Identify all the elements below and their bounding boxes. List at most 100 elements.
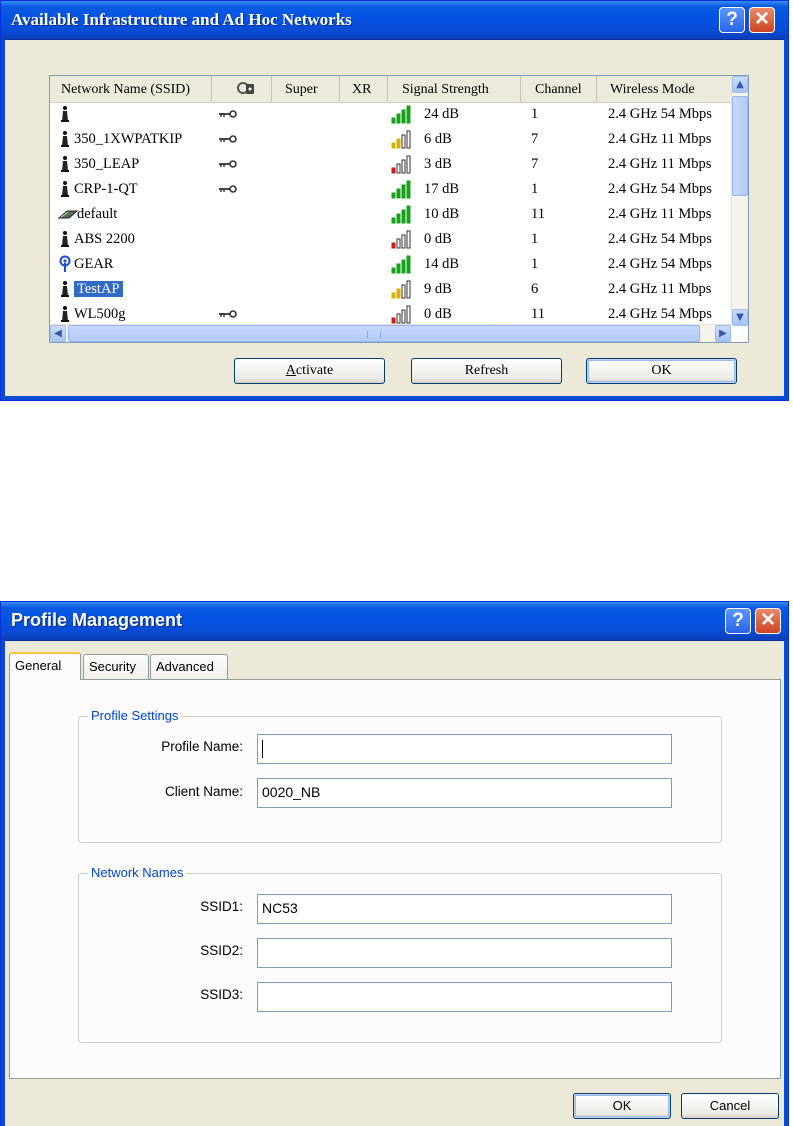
- tab-advanced[interactable]: Advanced: [150, 654, 228, 679]
- profile-management-dialog: Profile Management ? × General Security …: [0, 601, 789, 1126]
- window-frame-right: [784, 640, 788, 1126]
- channel-cell: 1: [531, 106, 539, 122]
- signal-cell: 10 dB: [424, 206, 460, 222]
- help-button[interactable]: ?: [719, 7, 745, 33]
- ssid-cell: ABS 2200: [74, 231, 135, 247]
- network-row[interactable]: TestAP 9 dB 6 2.4 GHz 11 Mbps: [50, 277, 732, 301]
- ssid-cell: 350_1XWPATKIP: [74, 131, 183, 147]
- ok-button[interactable]: OK: [573, 1093, 671, 1119]
- network-row[interactable]: WL500g 0 dB 11 2.4 GHz 54 Mbps: [50, 302, 732, 324]
- signal-cell: 0 dB: [424, 231, 452, 247]
- signal-cell: 0 dB: [424, 306, 452, 322]
- client-name-field[interactable]: 0020_NB: [257, 778, 672, 808]
- ssid-cell: CRP-1-QT: [74, 181, 138, 197]
- help-button[interactable]: ?: [725, 608, 751, 634]
- channel-cell: 11: [531, 206, 545, 222]
- network-row[interactable]: ABS 2200 0 dB 1 2.4 GHz 54 Mbps: [50, 227, 732, 251]
- channel-cell: 6: [531, 281, 539, 297]
- column-wireless-mode[interactable]: Wireless Mode: [597, 76, 732, 102]
- window-frame-bottom: [1, 396, 788, 400]
- signal-bars-icon: [391, 155, 411, 174]
- signal-bars-icon: [391, 230, 411, 249]
- network-list[interactable]: Network Name (SSID) Super XR Signal Stre…: [49, 75, 749, 343]
- key-icon: [219, 160, 237, 168]
- activate-label: ctivate: [295, 363, 334, 378]
- wireless-mode-cell: 2.4 GHz 11 Mbps: [608, 206, 712, 222]
- scroll-grip: [367, 331, 381, 338]
- network-row[interactable]: default 10 dB 11 2.4 GHz 11 Mbps: [50, 202, 732, 226]
- channel-cell: 7: [531, 156, 539, 172]
- ssid-cell: WL500g: [74, 306, 126, 322]
- available-networks-dialog: Available Infrastructure and Ad Hoc Netw…: [0, 0, 789, 401]
- network-row[interactable]: GEAR 14 dB 1 2.4 GHz 54 Mbps: [50, 252, 732, 276]
- signal-cell: 6 dB: [424, 131, 452, 147]
- wireless-mode-cell: 2.4 GHz 54 Mbps: [608, 256, 712, 272]
- antenna-icon: [59, 255, 71, 272]
- list-header: Network Name (SSID) Super XR Signal Stre…: [50, 76, 732, 103]
- ok-button[interactable]: OK: [586, 358, 737, 384]
- column-channel[interactable]: Channel: [521, 76, 597, 102]
- title-bar[interactable]: Profile Management ? ×: [1, 602, 788, 641]
- wireless-mode-cell: 2.4 GHz 54 Mbps: [608, 181, 712, 197]
- signal-bars-icon: [391, 305, 411, 324]
- scroll-down-button[interactable]: ▼: [732, 309, 748, 326]
- channel-cell: 7: [531, 131, 539, 147]
- column-network-name[interactable]: Network Name (SSID): [50, 76, 212, 102]
- dialog-title: Available Infrastructure and Ad Hoc Netw…: [11, 10, 352, 29]
- tab-general[interactable]: General: [9, 652, 81, 680]
- key-lock-icon: [237, 82, 254, 94]
- horizontal-scrollbar[interactable]: ◀ ▶: [50, 324, 732, 342]
- ssid2-label: SSID2:: [200, 943, 243, 958]
- vertical-scrollbar[interactable]: ▲ ▼: [731, 76, 748, 326]
- cancel-button[interactable]: Cancel: [681, 1093, 779, 1119]
- scroll-right-button[interactable]: ▶: [715, 325, 731, 342]
- activate-button[interactable]: Activate: [234, 358, 385, 384]
- network-names-group: Network Names SSID1: NC53 SSID2: SSID3:: [78, 865, 722, 1043]
- close-button[interactable]: ×: [755, 608, 781, 634]
- channel-cell: 1: [531, 256, 539, 272]
- ssid1-label: SSID1:: [200, 899, 243, 914]
- activate-accelerator: A: [285, 363, 296, 378]
- window-frame-left: [1, 640, 5, 1126]
- ssid-cell: GEAR: [74, 256, 114, 272]
- signal-cell: 17 dB: [424, 181, 460, 197]
- refresh-button[interactable]: Refresh: [411, 358, 562, 384]
- ssid3-label: SSID3:: [200, 987, 243, 1002]
- network-row[interactable]: 350_LEAP 3 dB 7 2.4 GHz 11 Mbps: [50, 152, 732, 176]
- window-frame-left: [1, 39, 5, 400]
- column-xr[interactable]: XR: [340, 76, 388, 102]
- infrastructure-icon: [61, 281, 69, 297]
- ssid3-field[interactable]: [257, 982, 672, 1012]
- key-icon: [219, 310, 237, 318]
- horizontal-scroll-thumb[interactable]: [68, 325, 700, 342]
- key-icon: [219, 135, 237, 143]
- signal-cell: 14 dB: [424, 256, 460, 272]
- infrastructure-icon: [61, 106, 69, 122]
- column-super[interactable]: Super: [272, 76, 340, 102]
- column-encryption[interactable]: [212, 76, 272, 102]
- title-bar[interactable]: Available Infrastructure and Ad Hoc Netw…: [1, 1, 788, 40]
- close-button[interactable]: ×: [749, 7, 775, 33]
- signal-bars-icon: [391, 180, 411, 199]
- ssid1-field[interactable]: NC53: [257, 894, 672, 924]
- ssid-cell: [74, 102, 214, 126]
- wireless-mode-cell: 2.4 GHz 54 Mbps: [608, 231, 712, 247]
- scroll-left-button[interactable]: ◀: [50, 325, 66, 342]
- network-row[interactable]: 350_1XWPATKIP 6 dB 7 2.4 GHz 11 Mbps: [50, 127, 732, 151]
- wireless-mode-cell: 2.4 GHz 54 Mbps: [608, 306, 712, 322]
- channel-cell: 1: [531, 181, 539, 197]
- network-row[interactable]: CRP-1-QT 17 dB 1 2.4 GHz 54 Mbps: [50, 177, 732, 201]
- profile-name-field[interactable]: [257, 734, 672, 764]
- list-body: 24 dB 1 2.4 GHz 54 Mbps 350_1XWPATKIP 6 dB 7 2…: [50, 102, 732, 324]
- window-frame-right: [784, 39, 788, 400]
- general-tab-panel: Profile Settings Profile Name: Client Na…: [9, 679, 781, 1079]
- scroll-up-button[interactable]: ▲: [732, 76, 748, 93]
- network-row[interactable]: 24 dB 1 2.4 GHz 54 Mbps: [50, 102, 732, 126]
- infrastructure-icon: [61, 181, 69, 197]
- ssid2-field[interactable]: [257, 938, 672, 968]
- wireless-mode-cell: 2.4 GHz 11 Mbps: [608, 131, 712, 147]
- vertical-scroll-thumb[interactable]: [732, 96, 748, 196]
- column-signal-strength[interactable]: Signal Strength: [388, 76, 521, 102]
- tab-security[interactable]: Security: [83, 654, 149, 679]
- wireless-mode-cell: 2.4 GHz 11 Mbps: [608, 281, 712, 297]
